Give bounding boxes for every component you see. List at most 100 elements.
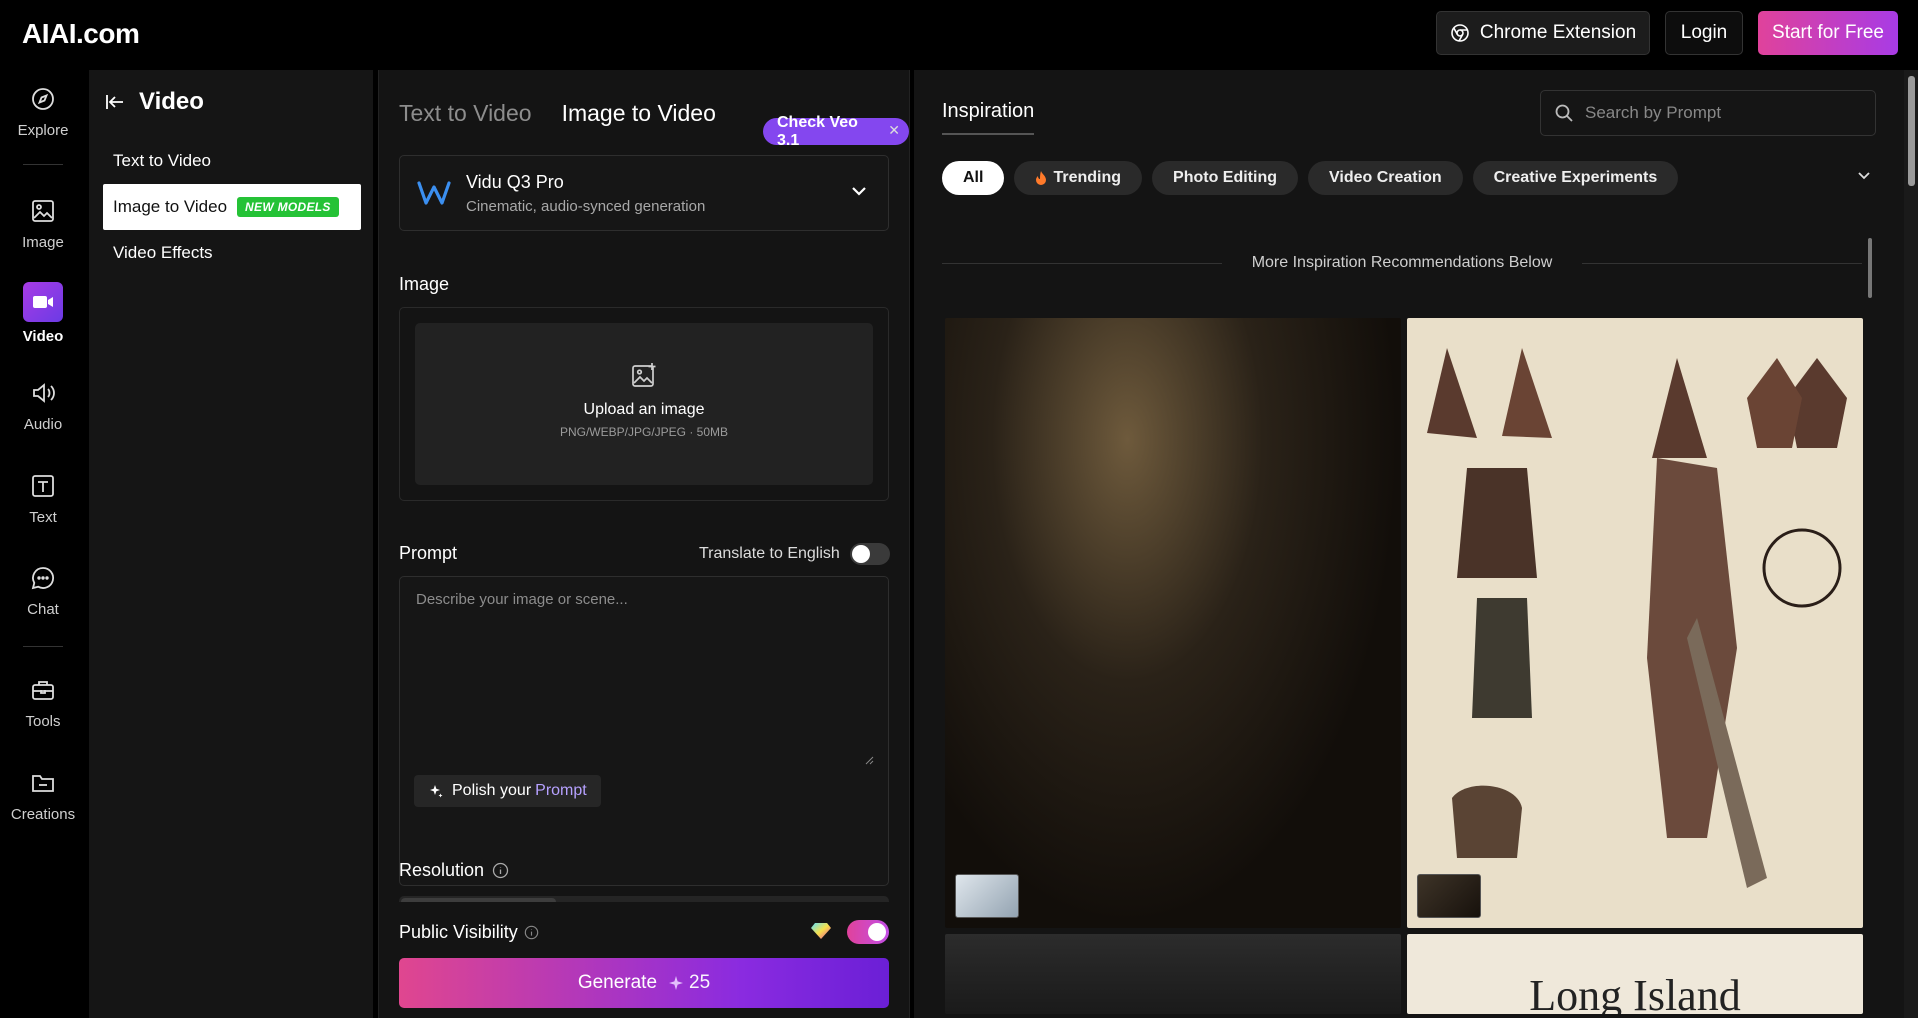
public-visibility-row: Public Visibility xyxy=(399,922,539,943)
speaker-icon xyxy=(28,378,58,408)
check-veo-badge[interactable]: Check Veo 3.1 ✕ xyxy=(763,114,909,149)
subnav-title: Video xyxy=(139,88,204,115)
divider-line xyxy=(942,262,1222,264)
brand-logo[interactable]: AIAI.com xyxy=(22,18,140,50)
card-headline: Long Island xyxy=(1529,971,1741,1014)
rail-divider xyxy=(23,164,63,165)
chevron-down-icon[interactable] xyxy=(1856,170,1872,182)
start-free-button[interactable]: Start for Free xyxy=(1758,11,1898,55)
folder-icon xyxy=(28,768,58,798)
model-selector[interactable]: Vidu Q3 Pro Cinematic, audio-synced gene… xyxy=(399,155,889,231)
search-icon xyxy=(1555,104,1573,122)
recommendations-text: More Inspiration Recommendations Below xyxy=(1251,254,1553,271)
rail-label: Creations xyxy=(10,806,76,823)
public-visibility-label: Public Visibility xyxy=(399,922,518,942)
chrome-extension-button[interactable]: Chrome Extension xyxy=(1436,11,1650,55)
model-name: Vidu Q3 Pro xyxy=(466,172,564,192)
chip-creative-experiments[interactable]: Creative Experiments xyxy=(1472,161,1679,195)
inspiration-card[interactable] xyxy=(1407,318,1863,928)
translate-toggle-row: Translate to English xyxy=(699,543,890,565)
generate-cost-value: 25 xyxy=(689,972,711,993)
rail-label: Explore xyxy=(17,122,69,139)
chip-label: All xyxy=(963,169,984,186)
subnav-item-label: Image to Video xyxy=(113,197,228,216)
image-label: Image xyxy=(399,274,450,294)
chip-video-creation[interactable]: Video Creation xyxy=(1308,161,1463,195)
tab-image-to-video[interactable]: Image to Video xyxy=(562,100,716,127)
prompt-label: Prompt xyxy=(399,543,458,563)
rail-item-chat[interactable]: Chat xyxy=(0,563,86,618)
inspiration-scrollbar[interactable] xyxy=(1866,228,1874,1008)
generate-button[interactable]: Generate 25 xyxy=(399,958,889,1008)
toggle-knob xyxy=(851,545,870,563)
rail-item-audio[interactable]: Audio xyxy=(0,378,86,433)
login-button[interactable]: Login xyxy=(1665,11,1743,55)
rail-item-video[interactable]: Video xyxy=(0,282,86,345)
polish-accent: Prompt xyxy=(535,782,587,799)
subnav-item-video-effects[interactable]: Video Effects xyxy=(103,230,361,276)
recommendations-divider: More Inspiration Recommendations Below xyxy=(942,254,1862,272)
rail-item-creations[interactable]: Creations xyxy=(0,768,86,823)
category-chips: All Trending Photo Editing Video Creatio… xyxy=(942,161,1679,195)
toolbox-icon xyxy=(28,675,58,705)
divider-line xyxy=(1582,262,1862,264)
resize-handle-icon[interactable] xyxy=(864,755,874,765)
sparkle-icon xyxy=(430,785,443,798)
rail-label: Tools xyxy=(25,713,61,730)
close-icon[interactable]: ✕ xyxy=(888,122,900,139)
chrome-icon xyxy=(1451,24,1469,42)
subnav-header: Video xyxy=(105,88,204,116)
public-visibility-toggle[interactable] xyxy=(847,920,889,944)
translate-toggle[interactable] xyxy=(849,543,890,565)
rail-label: Video xyxy=(22,328,64,345)
image-upload-area: Upload an image PNG/WEBP/JPG/JPEG · 50MB xyxy=(399,307,889,501)
tab-text-to-video[interactable]: Text to Video xyxy=(399,100,532,127)
veo-badge-label: Check Veo 3.1 xyxy=(777,113,858,149)
image-upload-icon xyxy=(632,363,656,387)
subnav-item-image-to-video[interactable]: Image to Video NEW MODELS xyxy=(103,184,361,230)
fire-icon xyxy=(1036,171,1047,185)
chip-photo-editing[interactable]: Photo Editing xyxy=(1152,161,1298,195)
upload-formats: PNG/WEBP/JPG/JPEG · 50MB xyxy=(559,425,729,439)
rail-item-explore[interactable]: Explore xyxy=(0,84,86,139)
subnav-item-text-to-video[interactable]: Text to Video xyxy=(103,138,361,184)
model-description: Cinematic, audio-synced generation xyxy=(466,198,706,215)
scrollbar-thumb[interactable] xyxy=(1908,76,1915,186)
inspiration-card[interactable] xyxy=(945,318,1401,928)
page-scrollbar[interactable] xyxy=(1904,70,1918,1018)
inspiration-panel: Inspiration All Trending Photo Editing V… xyxy=(914,70,1918,1018)
prompt-placeholder: Describe your image or scene... xyxy=(416,591,628,608)
chip-trending[interactable]: Trending xyxy=(1014,161,1143,195)
translate-label: Translate to English xyxy=(699,545,840,562)
chip-label: Creative Experiments xyxy=(1493,169,1658,186)
rail-item-tools[interactable]: Tools xyxy=(0,675,86,730)
upload-dropzone[interactable]: Upload an image PNG/WEBP/JPG/JPEG · 50MB xyxy=(415,323,873,485)
search-box xyxy=(1540,90,1876,136)
new-models-badge: NEW MODELS xyxy=(237,197,339,217)
chip-label: Video Creation xyxy=(1329,169,1442,186)
collapse-left-icon[interactable] xyxy=(105,93,125,111)
chevron-down-icon xyxy=(852,187,866,196)
card-thumbnail xyxy=(955,874,1019,918)
subnav-item-label: Text to Video xyxy=(113,151,211,170)
scrollbar-thumb[interactable] xyxy=(1868,238,1872,298)
left-rail: Explore Image Video Audio Text Chat Tool… xyxy=(0,70,86,1018)
rail-label: Image xyxy=(22,234,64,251)
rail-label: Chat xyxy=(27,601,59,618)
search-input[interactable] xyxy=(1585,103,1865,123)
image-icon xyxy=(28,196,58,226)
prompt-textarea[interactable]: Describe your image or scene... Polish y… xyxy=(399,576,889,886)
polish-prompt-button[interactable]: Polish your Prompt xyxy=(414,775,601,807)
inspiration-card[interactable] xyxy=(945,934,1401,1014)
top-bar: AIAI.com Chrome Extension Login Start fo… xyxy=(0,0,1918,70)
inspiration-card[interactable]: Long Island xyxy=(1407,934,1863,1014)
info-icon[interactable] xyxy=(524,925,539,940)
chip-all[interactable]: All xyxy=(942,161,1005,195)
chip-label: Trending xyxy=(1053,169,1122,186)
inspiration-tab[interactable]: Inspiration xyxy=(942,100,1035,135)
rail-item-text[interactable]: Text xyxy=(0,471,86,526)
info-icon[interactable] xyxy=(492,862,509,879)
rail-label: Text xyxy=(29,509,57,526)
polish-label: Polish your xyxy=(452,782,532,799)
rail-item-image[interactable]: Image xyxy=(0,196,86,251)
